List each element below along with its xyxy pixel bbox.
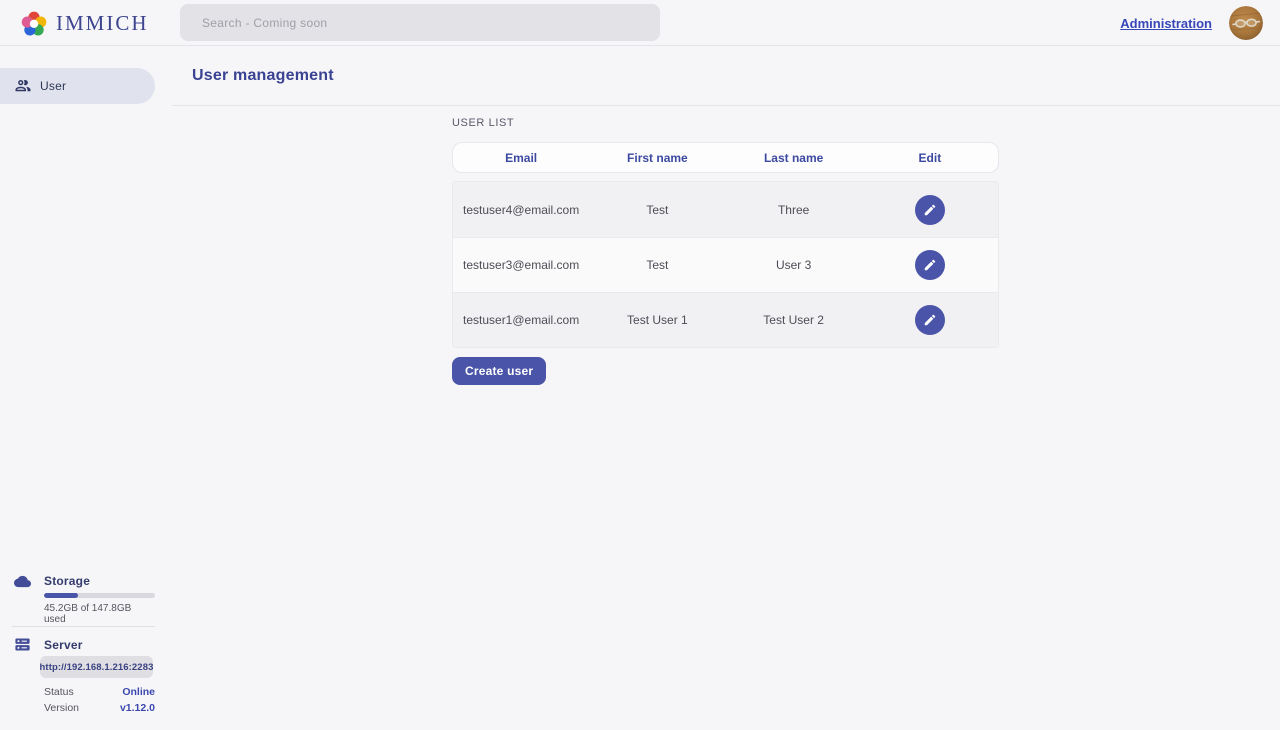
sidebar-item-user-label: User xyxy=(40,79,66,93)
column-header-email: Email xyxy=(453,151,589,165)
immich-flower-icon xyxy=(20,9,48,37)
server-version-row: Version v1.12.0 xyxy=(44,701,155,715)
storage-title: Storage xyxy=(44,574,90,588)
user-list-label: USER LIST xyxy=(452,117,514,129)
server-icon xyxy=(14,636,31,658)
create-user-button[interactable]: Create user xyxy=(452,357,546,385)
immich-logo[interactable]: IMMICH xyxy=(20,0,149,46)
cell-first-name: Test xyxy=(589,258,725,272)
cloud-icon xyxy=(14,573,31,595)
cell-email: testuser4@email.com xyxy=(453,203,589,217)
top-bar: IMMICH Administration xyxy=(0,0,1280,46)
sidebar-item-user[interactable]: User xyxy=(0,68,155,104)
table-row: testuser1@email.com Test User 1 Test Use… xyxy=(453,292,998,347)
cell-last-name: User 3 xyxy=(726,258,862,272)
administration-link[interactable]: Administration xyxy=(1120,0,1212,46)
storage-progress-bar xyxy=(44,593,155,598)
status-label: Status xyxy=(44,686,74,698)
pencil-icon xyxy=(923,258,937,272)
status-value: Online xyxy=(122,686,155,698)
column-header-first-name: First name xyxy=(589,151,725,165)
column-header-last-name: Last name xyxy=(726,151,862,165)
cell-email: testuser3@email.com xyxy=(453,258,589,272)
cell-email: testuser1@email.com xyxy=(453,313,589,327)
storage-usage-text: 45.2GB of 147.8GB used xyxy=(44,603,155,625)
edit-user-button[interactable] xyxy=(915,305,945,335)
server-status-row: Status Online xyxy=(44,685,155,699)
pencil-icon xyxy=(923,313,937,327)
cell-last-name: Test User 2 xyxy=(726,313,862,327)
sidebar-divider xyxy=(12,626,155,627)
search-input[interactable] xyxy=(180,4,660,41)
cell-last-name: Three xyxy=(726,203,862,217)
pencil-icon xyxy=(923,203,937,217)
page-title-bar: User management xyxy=(172,46,1280,106)
server-title: Server xyxy=(44,638,83,652)
user-table: Email First name Last name Edit testuser… xyxy=(452,142,999,348)
user-avatar[interactable] xyxy=(1229,6,1263,40)
page-title: User management xyxy=(192,67,334,85)
main-content: User management USER LIST Email First na… xyxy=(172,46,1280,730)
server-url-badge: http://192.168.1.216:2283 xyxy=(40,656,153,678)
cell-first-name: Test xyxy=(589,203,725,217)
version-label: Version xyxy=(44,702,79,714)
sidebar: User Storage 45.2GB of 147.8GB used Serv… xyxy=(0,46,155,730)
storage-progress-fill xyxy=(44,593,78,598)
edit-user-button[interactable] xyxy=(915,250,945,280)
table-row: testuser3@email.com Test User 3 xyxy=(453,237,998,292)
users-icon xyxy=(14,77,32,100)
column-header-edit: Edit xyxy=(862,151,998,165)
cell-first-name: Test User 1 xyxy=(589,313,725,327)
edit-user-button[interactable] xyxy=(915,195,945,225)
table-row: testuser4@email.com Test Three xyxy=(453,182,998,237)
table-body: testuser4@email.com Test Three testuser3… xyxy=(452,181,999,348)
table-header-row: Email First name Last name Edit xyxy=(452,142,999,173)
version-value: v1.12.0 xyxy=(120,702,155,714)
logo-wordmark: IMMICH xyxy=(56,11,149,36)
